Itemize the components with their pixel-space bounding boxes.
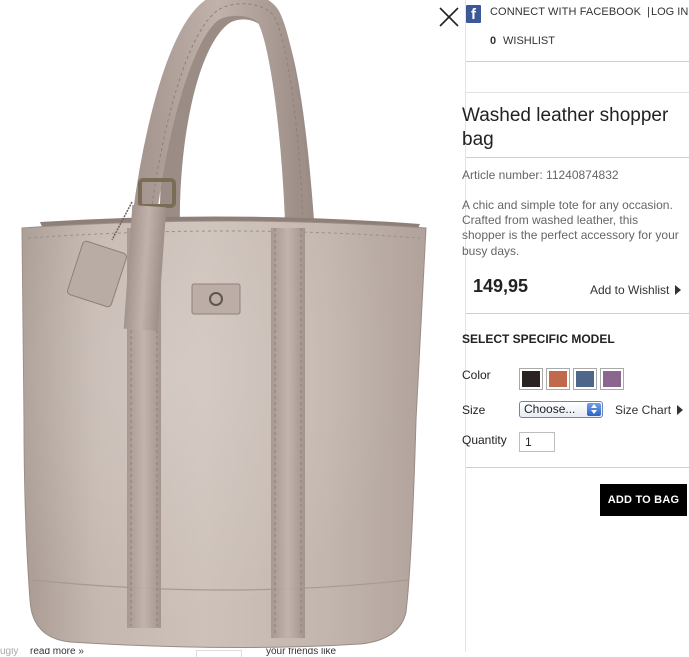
wishlist-link[interactable]: WISHLIST	[503, 35, 555, 47]
color-swatch-purple[interactable]	[600, 368, 624, 390]
add-to-bag-button[interactable]: ADD TO BAG	[600, 484, 687, 516]
color-swatch-cognac[interactable]	[546, 368, 570, 390]
article-number: Article number: 11240874832	[462, 168, 619, 182]
color-label: Color	[462, 368, 491, 382]
product-image	[21, 0, 427, 649]
swatch-fill	[576, 371, 594, 387]
color-swatch-blue[interactable]	[573, 368, 597, 390]
product-description: A chic and simple tote for any occasion.…	[462, 198, 679, 258]
background-text: ugly	[0, 648, 19, 657]
read-more-link[interactable]: read more »	[30, 648, 84, 657]
friends-like-text: your friends like	[266, 648, 337, 657]
product-price: 149,95	[473, 276, 529, 296]
size-label: Size	[462, 403, 486, 417]
quantity-label: Quantity	[462, 433, 507, 447]
size-select-value: Choose...	[524, 402, 576, 416]
divider	[466, 467, 689, 468]
product-image-panel	[0, 0, 466, 652]
header-separator: |	[647, 6, 650, 18]
divider	[466, 92, 689, 93]
background-page-strip: ugly read more » your friends like	[0, 648, 689, 657]
size-select[interactable]: Choose...	[519, 401, 603, 418]
add-to-wishlist-label: Add to Wishlist	[590, 283, 670, 297]
connect-facebook-link[interactable]: CONNECT WITH FACEBOOK	[490, 6, 641, 18]
color-swatches	[519, 368, 624, 390]
close-icon[interactable]	[436, 4, 462, 30]
divider	[466, 313, 689, 314]
wishlist-count: 0	[490, 35, 497, 47]
swatch-fill	[522, 371, 540, 387]
facebook-icon[interactable]: f	[466, 5, 481, 23]
color-swatch-dark-brown[interactable]	[519, 368, 543, 390]
arrow-right-icon	[677, 405, 684, 415]
product-title: Washed leather shopper bag	[462, 105, 669, 150]
quantity-input[interactable]	[519, 432, 555, 452]
arrow-right-icon	[675, 285, 682, 295]
divider	[466, 61, 689, 62]
size-chart-link[interactable]: Size Chart	[615, 403, 684, 417]
swatch-fill	[549, 371, 567, 387]
select-arrows-icon	[587, 403, 601, 416]
product-detail-panel: f CONNECT WITH FACEBOOK | LOG IN 0 WISHL…	[462, 0, 689, 648]
add-to-wishlist-link[interactable]: Add to Wishlist	[590, 283, 682, 297]
swatch-fill	[603, 371, 621, 387]
background-box	[196, 650, 242, 657]
divider	[466, 157, 689, 158]
select-model-heading: SELECT SPECIFIC MODEL	[462, 332, 615, 346]
size-chart-label: Size Chart	[615, 403, 672, 417]
login-link[interactable]: LOG IN	[651, 6, 688, 18]
product-quick-view: f CONNECT WITH FACEBOOK | LOG IN 0 WISHL…	[0, 0, 689, 657]
